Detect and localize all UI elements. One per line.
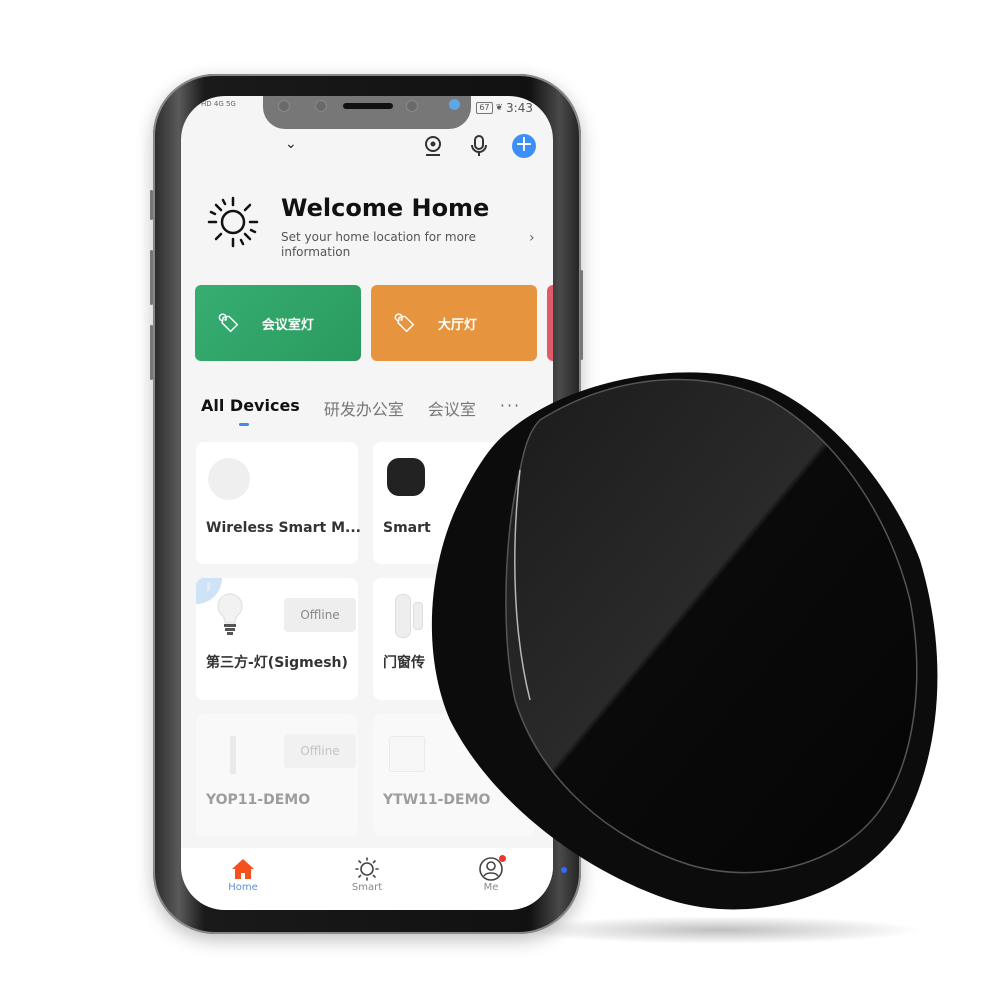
- speaker-grille: [343, 103, 393, 109]
- welcome-subtitle[interactable]: Set your home location for more informat…: [281, 230, 491, 260]
- device-name: 第三方-灯(Sigmesh): [206, 655, 348, 671]
- offline-badge: Offline: [284, 598, 356, 632]
- nav-smart[interactable]: Smart: [327, 856, 407, 893]
- sensor-dot: [278, 100, 290, 112]
- device-card[interactable]: Offline YOP11-DEMO: [196, 714, 358, 836]
- scene-card-partial[interactable]: [547, 285, 553, 361]
- device-name: Wireless Smart M...: [206, 520, 361, 536]
- front-camera: [315, 100, 327, 112]
- offline-badge: Offline: [284, 734, 356, 768]
- clock: 3:43: [506, 101, 533, 115]
- camera-indicator: [449, 99, 460, 110]
- weather-sun-icon: [207, 196, 259, 248]
- device-card[interactable]: ᛒ Offline 第三方-灯(Sigmesh): [196, 578, 358, 700]
- nav-label: Home: [228, 882, 258, 893]
- tab-all-devices[interactable]: All Devices: [201, 396, 300, 420]
- switch-panel-icon: [230, 736, 236, 774]
- home-dropdown-chevron-down-icon[interactable]: ⌄: [285, 136, 297, 152]
- scene-label: 会议室灯: [261, 317, 314, 333]
- active-tab-indicator: [239, 423, 249, 426]
- add-button[interactable]: +: [512, 134, 536, 158]
- home-icon: [232, 859, 254, 879]
- nav-home[interactable]: Home: [203, 856, 283, 893]
- tab-rd-office[interactable]: 研发办公室: [324, 396, 404, 420]
- signal-indicators: HD 4G 5G: [201, 100, 236, 109]
- chevron-right-icon[interactable]: ›: [529, 230, 535, 246]
- ir-hub-device-image: [431, 372, 938, 944]
- battery-icon: 67: [476, 102, 493, 114]
- phone-volume-up: [150, 250, 153, 305]
- sensor-dot: [406, 100, 418, 112]
- camera-icon[interactable]: [421, 134, 445, 158]
- welcome-title: Welcome Home: [281, 194, 490, 222]
- scene-label: 大厅灯: [437, 317, 477, 333]
- nav-label: Smart: [351, 882, 383, 893]
- smart-sun-icon: [355, 857, 379, 881]
- microphone-icon[interactable]: [467, 134, 491, 158]
- motion-sensor-icon: [208, 458, 250, 500]
- tag-icon: 🏷: [217, 312, 240, 334]
- status-right: 67 ❦ 3:43: [476, 101, 533, 115]
- device-card[interactable]: Wireless Smart M...: [196, 442, 361, 564]
- light-bulb-icon: [217, 593, 243, 635]
- device-name: YOP11-DEMO: [206, 792, 311, 808]
- phone-volume-down: [150, 325, 153, 380]
- phone-power-button: [580, 270, 583, 360]
- tag-icon: 🏷: [393, 312, 416, 334]
- scene-card-meeting-room-light[interactable]: 🏷 会议室灯: [195, 285, 361, 361]
- phone-silent-switch: [150, 190, 153, 220]
- scene-card-hall-light[interactable]: 🏷 大厅灯: [371, 285, 537, 361]
- door-sensor-icon: [395, 594, 411, 638]
- phone-notch: [263, 96, 471, 129]
- leaf-icon: ❦: [495, 103, 504, 113]
- status-led: [561, 867, 567, 873]
- device-name: 门窗传: [383, 655, 425, 671]
- signal-text: HD 4G 5G: [201, 100, 236, 108]
